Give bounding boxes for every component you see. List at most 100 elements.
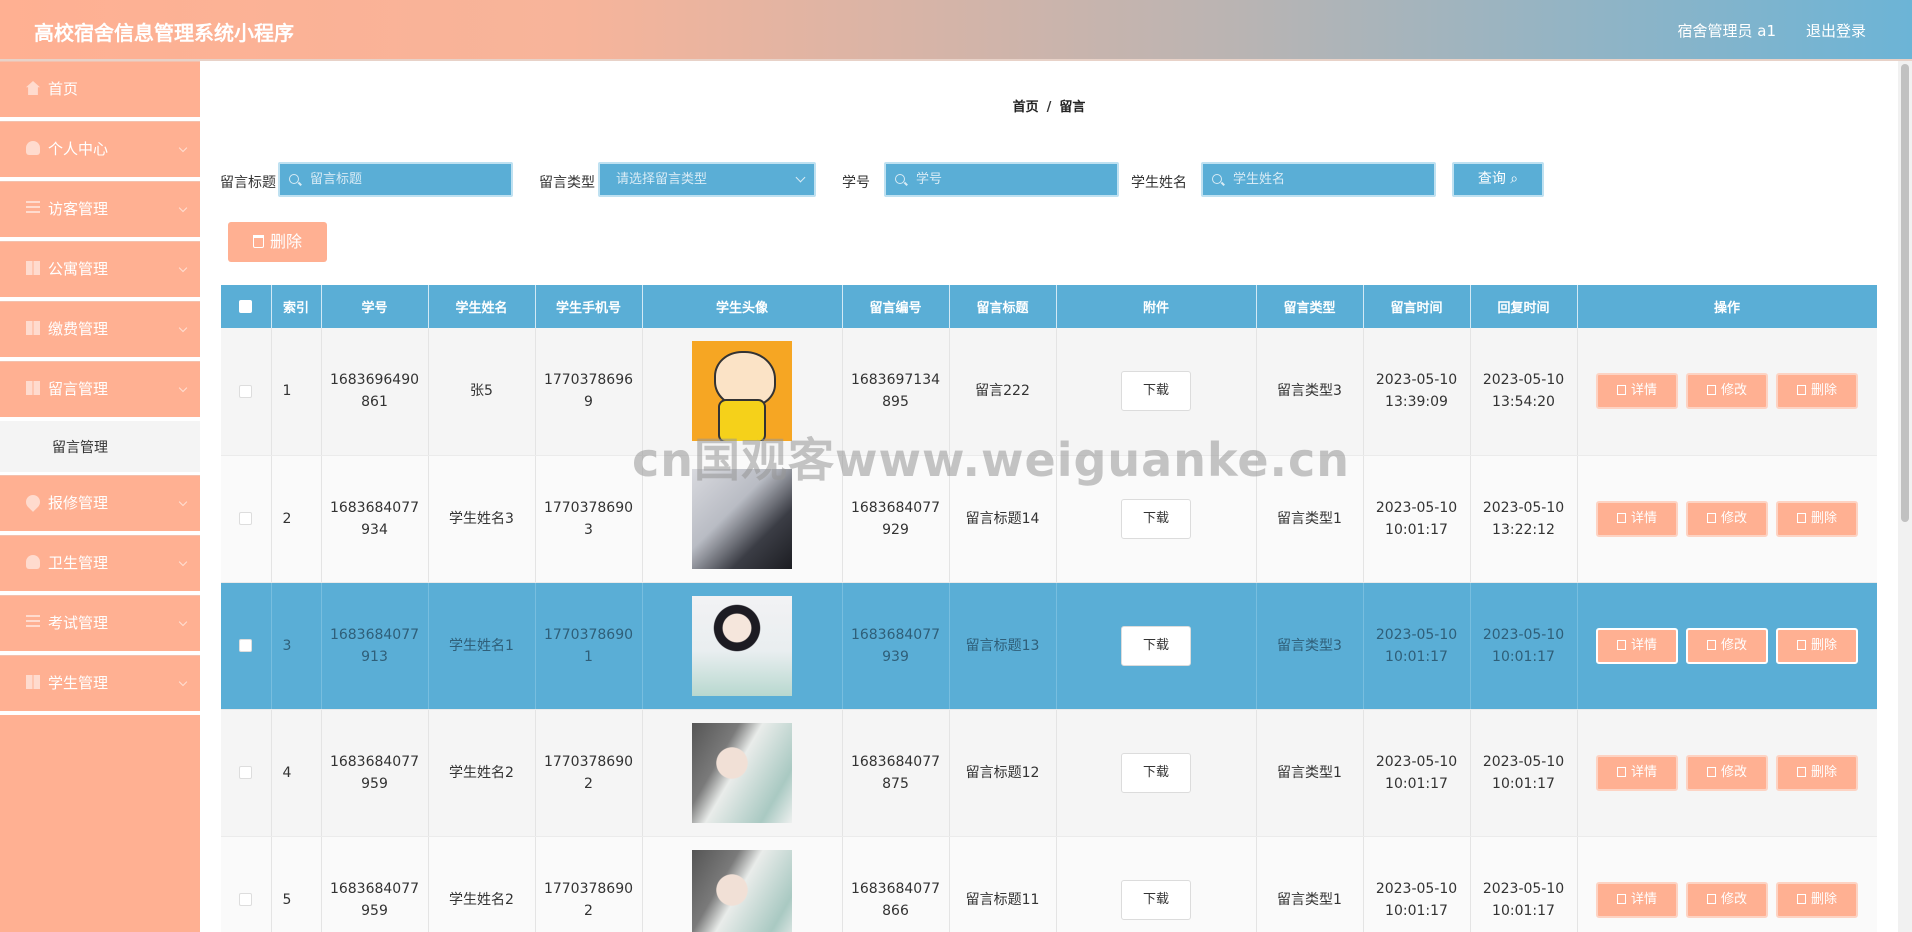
edit-button[interactable]: 修改	[1686, 500, 1768, 537]
attachment-cell: 下载	[1056, 836, 1257, 932]
phone-part: 9	[584, 394, 593, 411]
edit-button-label: 修改	[1720, 764, 1747, 780]
select-all-checkbox[interactable]	[239, 300, 253, 313]
column-header: 学生头像	[642, 285, 843, 328]
sidebar-item-repairs[interactable]: 报修管理	[0, 475, 200, 535]
detail-button-label: 详情	[1630, 891, 1657, 907]
row-select-cell[interactable]	[221, 582, 272, 710]
edit-button[interactable]: 修改	[1686, 754, 1768, 791]
sidebar-item-label: 报修管理	[48, 494, 109, 512]
message-type-cell: 留言类型3	[1256, 582, 1364, 710]
phone-cell: 1770378690 2	[535, 709, 643, 837]
row-checkbox[interactable]	[239, 766, 253, 779]
sidebar-item-payments[interactable]: 缴费管理	[0, 301, 200, 361]
delete-button[interactable]: 删除	[1776, 500, 1858, 537]
table-row[interactable]: 5 1683684077 959 学生姓名2 1770378690 2 168368…	[221, 836, 1877, 932]
xuehao-cell: 1683696490 861	[321, 328, 429, 456]
document-icon	[1616, 893, 1626, 904]
delete-button[interactable]: 删除	[1776, 627, 1858, 664]
index-cell: 3	[271, 582, 322, 710]
batch-delete-button[interactable]: 删除	[228, 222, 327, 262]
scrollbar-thumb[interactable]	[1901, 64, 1909, 522]
detail-button[interactable]: 详情	[1596, 881, 1678, 918]
table-row[interactable]: 1 1683696490 861 张5 1770378696 9 168369713…	[221, 328, 1877, 456]
sidebar-item-label: 考试管理	[48, 614, 109, 632]
xuehao-part: 959	[361, 902, 388, 919]
download-button[interactable]: 下载	[1121, 625, 1191, 666]
table-row[interactable]: 3 1683684077 913 学生姓名1 1770378690 1 168368…	[221, 582, 1877, 710]
row-checkbox[interactable]	[239, 512, 253, 525]
student-avatar	[692, 595, 792, 696]
reply-time-cell: 2023-05-10 13:22:12	[1470, 455, 1578, 583]
sidebar-item-hygiene[interactable]: 卫生管理	[0, 535, 200, 595]
table-header-row: 索引 学号 学生姓名 学生手机号 学生头像 留言编号 留言标题 附件 留言类型 …	[221, 285, 1877, 328]
name-search-input[interactable]: 学生姓名	[1201, 162, 1436, 197]
vertical-scrollbar[interactable]	[1898, 61, 1912, 932]
chevron-down-icon	[178, 323, 188, 333]
download-button[interactable]: 下载	[1121, 498, 1191, 539]
list-icon	[26, 615, 40, 629]
download-button[interactable]: 下载	[1121, 752, 1191, 793]
breadcrumb-home[interactable]: 首页	[1013, 100, 1039, 115]
edit-button[interactable]: 修改	[1686, 627, 1768, 664]
download-button[interactable]: 下载	[1121, 879, 1191, 920]
column-header: 学生手机号	[535, 285, 643, 328]
row-select-cell[interactable]	[221, 709, 272, 837]
detail-button[interactable]: 详情	[1596, 500, 1678, 537]
student-name-cell: 学生姓名3	[428, 455, 536, 583]
chevron-down-icon	[178, 143, 188, 153]
download-button[interactable]: 下载	[1121, 371, 1191, 412]
message-type-cell: 留言类型3	[1256, 328, 1364, 456]
row-checkbox[interactable]	[239, 384, 253, 398]
detail-button[interactable]: 详情	[1596, 627, 1678, 664]
message-date: 2023-05-10	[1375, 626, 1458, 643]
sidebar-item-label: 公寓管理	[48, 260, 109, 278]
edit-button[interactable]: 修改	[1686, 373, 1768, 410]
logout-link[interactable]: 退出登录	[1806, 20, 1866, 41]
reply-clock: 13:22:12	[1492, 521, 1555, 538]
detail-button[interactable]: 详情	[1596, 373, 1678, 410]
query-button[interactable]: 查询 ⌕	[1452, 162, 1544, 197]
sidebar-item-apartments[interactable]: 公寓管理	[0, 241, 200, 301]
detail-button[interactable]: 详情	[1596, 754, 1678, 791]
sidebar-item-students[interactable]: 学生管理	[0, 655, 200, 715]
table-row[interactable]: 4 1683684077 959 学生姓名2 1770378690 2 168368…	[221, 709, 1877, 837]
sidebar-subitem-messages[interactable]: 留言管理	[0, 421, 200, 475]
table-row[interactable]: 2 1683684077 934 学生姓名3 1770378690 3 168368…	[221, 455, 1877, 583]
row-checkbox[interactable]	[239, 893, 253, 906]
sidebar-item-exams[interactable]: 考试管理	[0, 595, 200, 655]
edit-button-label: 修改	[1720, 891, 1747, 907]
column-header: 回复时间	[1470, 285, 1578, 328]
chevron-down-icon	[178, 263, 188, 273]
detail-button-label: 详情	[1630, 637, 1657, 653]
edit-button[interactable]: 修改	[1686, 881, 1768, 918]
message-title-cell: 留言标题11	[949, 836, 1057, 932]
row-checkbox[interactable]	[239, 639, 253, 652]
sidebar-item-visitors[interactable]: 访客管理	[0, 181, 200, 241]
attachment-cell: 下载	[1056, 328, 1257, 456]
delete-button-label: 删除	[1810, 510, 1837, 526]
avatar-cell	[642, 582, 843, 710]
column-header: 操作	[1577, 285, 1877, 328]
delete-button[interactable]: 删除	[1776, 881, 1858, 918]
message-no-cell: 1683684077 866	[842, 836, 950, 932]
delete-button[interactable]: 删除	[1776, 373, 1858, 410]
delete-button[interactable]: 删除	[1776, 754, 1858, 791]
phone-cell: 1770378690 2	[535, 836, 643, 932]
row-select-cell[interactable]	[221, 836, 272, 932]
type-select[interactable]: 请选择留言类型	[598, 162, 816, 197]
sidebar-item-messages[interactable]: 留言管理	[0, 361, 200, 421]
sidebar-item-home[interactable]: 首页	[0, 61, 200, 121]
row-select-cell[interactable]	[221, 328, 272, 456]
title-search-input[interactable]: 留言标题	[278, 162, 513, 197]
message-date: 2023-05-10	[1375, 753, 1458, 770]
reply-clock: 10:01:17	[1492, 775, 1555, 792]
sidebar-item-profile[interactable]: 个人中心	[0, 121, 200, 181]
user-icon	[26, 555, 40, 569]
xuehao-search-input[interactable]: 学号	[884, 162, 1119, 197]
select-all-header[interactable]	[221, 285, 272, 328]
phone-part: 1770378690	[543, 880, 634, 897]
row-select-cell[interactable]	[221, 455, 272, 583]
reply-date: 2023-05-10	[1482, 753, 1565, 770]
message-date: 2023-05-10	[1375, 499, 1458, 516]
